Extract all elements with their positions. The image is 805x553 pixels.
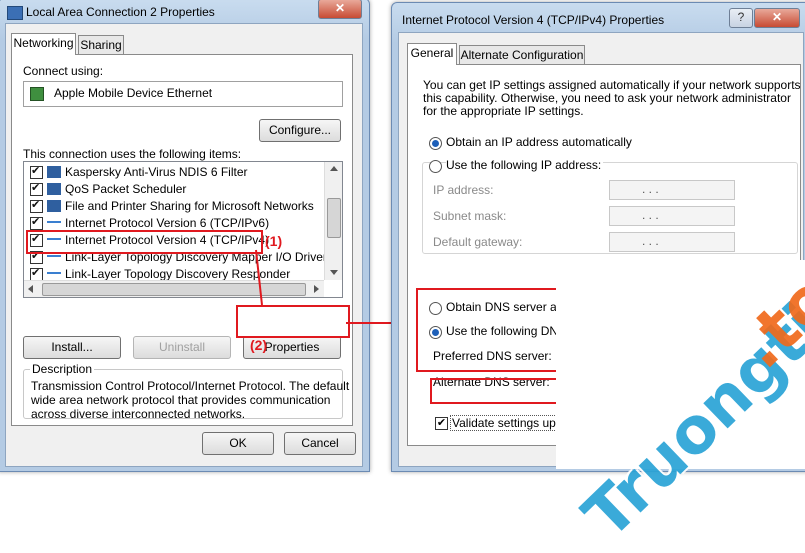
tab-general[interactable]: General	[407, 43, 457, 65]
right-close-button[interactable]: ✕	[754, 8, 800, 28]
validate-checkbox[interactable]: ✔	[435, 417, 448, 430]
highlight-dns-section	[416, 288, 560, 372]
ip-address-field: . . .	[609, 180, 735, 200]
validate-label[interactable]: Validate settings upo	[450, 415, 565, 431]
subnet-mask-field: . . .	[609, 206, 735, 226]
highlight-validate-checkbox	[430, 378, 560, 404]
obtain-ip-auto-label[interactable]: Obtain an IP address automatically	[446, 135, 632, 149]
default-gateway-field: . . .	[609, 232, 735, 252]
tab-alternate-configuration[interactable]: Alternate Configuration	[459, 45, 585, 65]
use-following-ip-label[interactable]: Use the following IP address:	[446, 158, 604, 172]
obtain-ip-auto-radio[interactable]	[429, 137, 442, 150]
intro-line-3: for the appropriate IP settings.	[423, 104, 584, 118]
use-following-ip-radio[interactable]	[429, 160, 442, 173]
right-window-title: Internet Protocol Version 4 (TCP/IPv4) P…	[402, 13, 665, 27]
default-gateway-label: Default gateway:	[433, 235, 523, 249]
connector-1-to-2	[255, 249, 263, 306]
tab-networking[interactable]: Networking	[11, 33, 76, 55]
intro-line-1: You can get IP settings assigned automat…	[423, 78, 801, 92]
subnet-mask-label: Subnet mask:	[433, 209, 507, 223]
intro-line-2: this capability. Otherwise, you need to …	[423, 91, 791, 105]
ip-address-label: IP address:	[433, 183, 494, 197]
help-button[interactable]: ?	[729, 8, 753, 28]
